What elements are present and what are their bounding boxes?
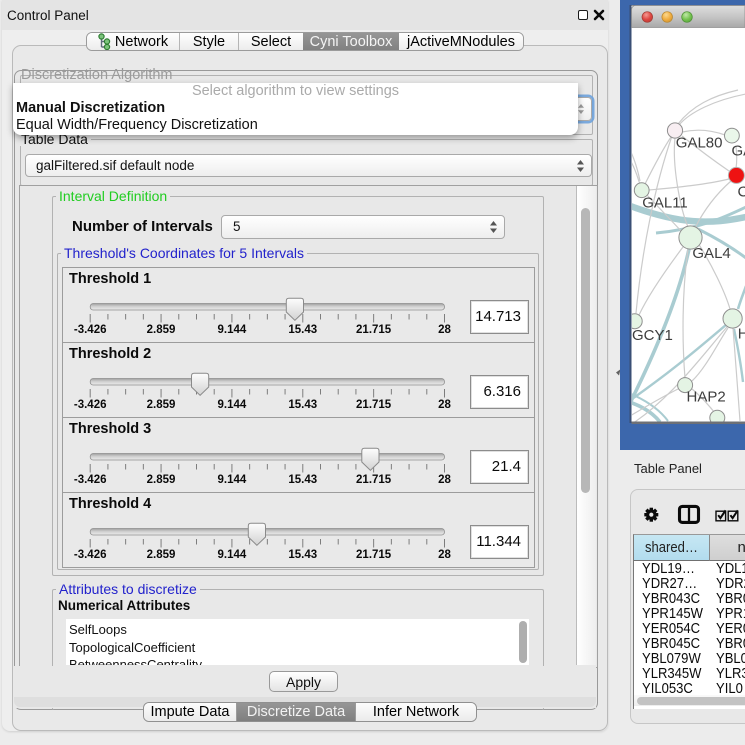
svg-text:C: C (738, 184, 745, 201)
svg-text:28: 28 (438, 549, 451, 561)
svg-text:2.859: 2.859 (147, 549, 176, 561)
svg-text:GAL11: GAL11 (642, 194, 688, 211)
svg-text:HAP2: HAP2 (687, 389, 726, 406)
svg-text:28: 28 (438, 399, 451, 411)
svg-text:-3.426: -3.426 (74, 549, 107, 561)
svg-text:21.715: 21.715 (356, 399, 392, 411)
svg-text:9.144: 9.144 (218, 399, 247, 411)
svg-text:HI: HI (738, 326, 745, 343)
svg-text:15.43: 15.43 (288, 549, 317, 561)
svg-text:GCY1: GCY1 (632, 327, 673, 344)
svg-text:-3.426: -3.426 (74, 399, 107, 411)
svg-text:15.43: 15.43 (288, 399, 317, 411)
svg-text:GA: GA (732, 143, 745, 160)
svg-text:21.715: 21.715 (356, 324, 392, 336)
svg-text:-3.426: -3.426 (74, 324, 107, 336)
svg-text:9.144: 9.144 (218, 549, 247, 561)
svg-text:15.43: 15.43 (288, 474, 317, 486)
svg-text:2.859: 2.859 (147, 324, 176, 336)
svg-text:28: 28 (438, 474, 451, 486)
svg-text:2.859: 2.859 (147, 474, 176, 486)
svg-text:15.43: 15.43 (288, 324, 317, 336)
svg-text:21.715: 21.715 (356, 549, 392, 561)
svg-text:GAL4: GAL4 (692, 245, 730, 262)
svg-text:21.715: 21.715 (356, 474, 392, 486)
svg-text:2.859: 2.859 (147, 399, 176, 411)
svg-text:28: 28 (438, 324, 451, 336)
svg-text:GAL80: GAL80 (676, 135, 723, 152)
svg-text:-3.426: -3.426 (74, 474, 107, 486)
svg-text:9.144: 9.144 (218, 474, 247, 486)
svg-text:9.144: 9.144 (218, 324, 247, 336)
